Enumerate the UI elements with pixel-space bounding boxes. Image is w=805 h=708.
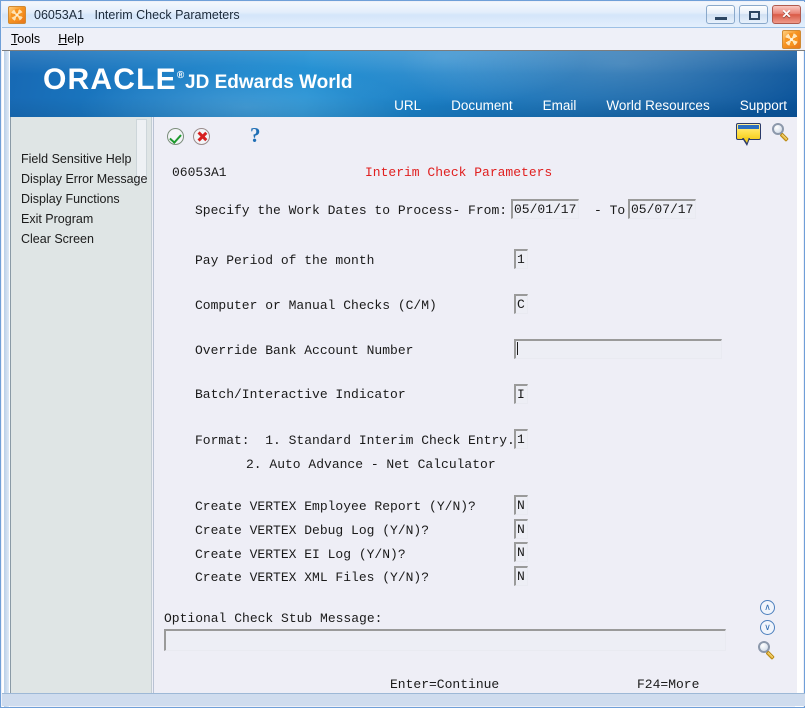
banner-links: URL Document Email World Resources Suppo… bbox=[394, 98, 787, 113]
check-type-input[interactable]: C bbox=[514, 294, 528, 314]
window-controls: ✕ bbox=[706, 5, 801, 24]
format-input[interactable]: 1 bbox=[514, 429, 528, 449]
batch-indicator-input[interactable]: I bbox=[514, 384, 528, 404]
banner-link-document[interactable]: Document bbox=[451, 98, 513, 113]
sidebar-item-clear-screen[interactable]: Clear Screen bbox=[21, 229, 151, 249]
banner-link-url[interactable]: URL bbox=[394, 98, 421, 113]
window-title-text: Interim Check Parameters bbox=[94, 7, 240, 22]
title-bar: 06053A1 Interim Check Parameters ✕ bbox=[2, 2, 805, 28]
magnifier-icon-bottom[interactable] bbox=[758, 641, 778, 661]
sidebar-menu: Field Sensitive Help Display Error Messa… bbox=[21, 149, 151, 249]
maximize-button[interactable] bbox=[739, 5, 768, 24]
format-label-line1: Format: 1. Standard Interim Check Entry. bbox=[195, 433, 515, 448]
scroll-up-button[interactable]: ∧ bbox=[760, 600, 775, 615]
application-window: 06053A1 Interim Check Parameters ✕ Tools… bbox=[0, 0, 805, 708]
page-title: Interim Check Parameters bbox=[365, 165, 553, 180]
menu-bar: Tools Help bbox=[2, 28, 805, 51]
banner-link-world-resources[interactable]: World Resources bbox=[606, 98, 709, 113]
pay-period-input[interactable]: 1 bbox=[514, 249, 528, 269]
vertex-xml-files-input[interactable]: N bbox=[514, 566, 528, 586]
pay-period-label: Pay Period of the month bbox=[195, 253, 375, 268]
note-callout-icon[interactable] bbox=[736, 123, 762, 146]
vertex-debug-log-label: Create VERTEX Debug Log (Y/N)? bbox=[195, 523, 430, 538]
menu-item-help[interactable]: Help bbox=[49, 30, 93, 48]
oracle-wordmark-text: ORACLE bbox=[43, 63, 177, 96]
menu-item-tools[interactable]: Tools bbox=[2, 30, 49, 48]
date-from-input[interactable]: 05/01/17 bbox=[511, 199, 579, 219]
stub-message-label: Optional Check Stub Message: bbox=[164, 611, 383, 626]
close-button[interactable]: ✕ bbox=[772, 5, 801, 24]
oracle-banner: ORACLE® JD Edwards World URL Document Em… bbox=[10, 51, 797, 117]
vertex-employee-report-label: Create VERTEX Employee Report (Y/N)? bbox=[195, 499, 476, 514]
sidebar-item-field-sensitive-help[interactable]: Field Sensitive Help bbox=[21, 149, 151, 169]
batch-indicator-label: Batch/Interactive Indicator bbox=[195, 387, 406, 402]
minimize-button[interactable] bbox=[706, 5, 735, 24]
sidebar-item-exit-program[interactable]: Exit Program bbox=[21, 209, 151, 229]
scroll-down-button[interactable]: ∨ bbox=[760, 620, 775, 635]
banner-link-support[interactable]: Support bbox=[740, 98, 787, 113]
enter-continue-hint: Enter=Continue bbox=[390, 677, 500, 692]
left-rail bbox=[2, 51, 10, 707]
sidebar-item-display-functions[interactable]: Display Functions bbox=[21, 189, 151, 209]
vertex-ei-log-input[interactable]: N bbox=[514, 542, 528, 562]
sidebar-item-display-error-message[interactable]: Display Error Message bbox=[21, 169, 151, 189]
stub-message-input[interactable] bbox=[164, 629, 726, 651]
form-panel: ? 06053A1 Interim Check Parameters Speci… bbox=[153, 117, 797, 695]
maximize-icon bbox=[749, 11, 760, 20]
question-mark-icon[interactable]: ? bbox=[250, 123, 261, 148]
oracle-wordmark: ORACLE® bbox=[43, 63, 185, 97]
work-dates-label: Specify the Work Dates to Process- From: bbox=[195, 203, 508, 218]
cancel-circle-icon[interactable] bbox=[193, 128, 210, 145]
bank-account-label: Override Bank Account Number bbox=[195, 343, 414, 358]
f24-more-hint: F24=More bbox=[637, 677, 700, 692]
text-caret bbox=[517, 342, 518, 355]
vertex-employee-report-input[interactable]: N bbox=[514, 495, 528, 515]
window-title-code: 06053A1 bbox=[34, 7, 85, 22]
program-id: 06053A1 bbox=[172, 165, 227, 180]
bank-account-input[interactable] bbox=[514, 339, 722, 359]
vertex-xml-files-label: Create VERTEX XML Files (Y/N)? bbox=[195, 570, 430, 585]
oracle-pinwheel-icon bbox=[8, 5, 26, 24]
format-label-line2: 2. Auto Advance - Net Calculator bbox=[246, 457, 496, 472]
check-type-label: Computer or Manual Checks (C/M) bbox=[195, 298, 437, 313]
sidebar-panel: Field Sensitive Help Display Error Messa… bbox=[10, 117, 152, 695]
window-status-strip bbox=[2, 693, 805, 706]
magnifier-icon-toolbar[interactable] bbox=[772, 123, 792, 143]
product-name: JD Edwards World bbox=[185, 72, 353, 93]
vertex-ei-log-label: Create VERTEX EI Log (Y/N)? bbox=[195, 547, 406, 562]
check-circle-icon[interactable] bbox=[167, 128, 184, 145]
oracle-pinwheel-icon-menubar[interactable] bbox=[782, 30, 801, 49]
minimize-icon bbox=[715, 17, 727, 20]
banner-link-email[interactable]: Email bbox=[543, 98, 577, 113]
date-to-input[interactable]: 05/07/17 bbox=[628, 199, 696, 219]
vertex-debug-log-input[interactable]: N bbox=[514, 519, 528, 539]
close-icon: ✕ bbox=[781, 7, 792, 21]
window-title: 06053A1 Interim Check Parameters bbox=[34, 8, 240, 22]
